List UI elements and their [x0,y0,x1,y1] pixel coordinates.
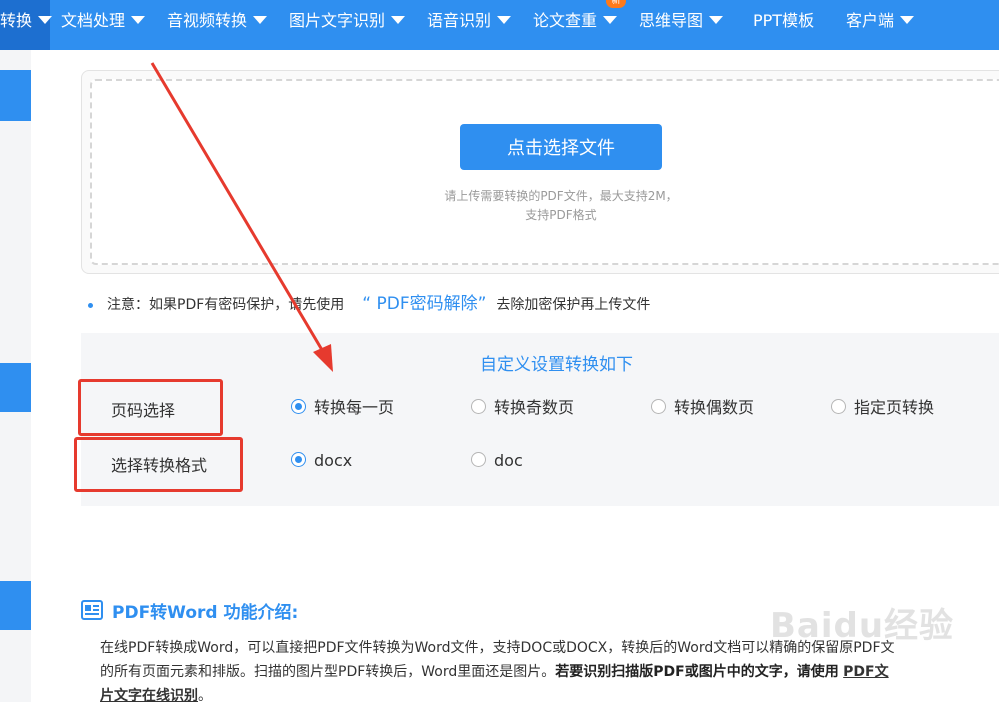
top-nav: 转换 文档处理 音视频转换 图片文字识别 语音识别 论文查重 新 思维导图 PP… [0,0,999,50]
left-sidebar [0,50,31,702]
baidu-watermark: Baidu经验 [770,606,955,646]
radio-checked-icon [291,399,306,414]
chevron-down-icon [603,15,618,24]
chevron-down-icon [709,15,724,24]
nav-item-doc-processing[interactable]: 文档处理 [61,0,146,42]
nav-item-plagiarism[interactable]: 论文查重 [533,0,618,42]
bullet-icon [88,302,93,308]
nav-item-ppt-templates[interactable]: PPT模板 [753,0,814,42]
radio-doc[interactable]: doc [471,450,523,472]
upload-dropzone[interactable] [81,70,999,274]
radio-specified-pages[interactable]: 指定页转换 [831,397,934,419]
radio-even-pages[interactable]: 转换偶数页 [651,397,754,419]
sidebar-tab[interactable] [0,363,31,412]
radio-unchecked-icon [471,399,486,414]
chevron-down-icon [253,15,268,24]
nav-item-ocr[interactable]: 图片文字识别 [289,0,406,42]
upload-hint: 请上传需要转换的PDF文件，最大支持2M， [444,189,678,203]
chevron-down-icon [38,15,53,24]
nav-item-mindmap[interactable]: 思维导图 [639,0,724,42]
settings-title: 自定义设置转换如下 [480,355,633,375]
sidebar-tab[interactable] [0,70,31,121]
document-icon [81,600,103,620]
chevron-down-icon [900,15,915,24]
page-selection-label: 页码选择 [111,401,176,420]
nav-item-av-convert[interactable]: 音视频转换 [167,0,268,42]
radio-all-pages[interactable]: 转换每一页 [291,397,394,419]
radio-odd-pages[interactable]: 转换奇数页 [471,397,574,419]
chevron-down-icon [131,15,146,24]
new-badge: 新 [606,0,626,8]
nav-item-speech[interactable]: 语音识别 [427,0,512,42]
nav-item-convert[interactable]: 转换 [0,0,53,50]
chevron-down-icon [497,15,512,24]
select-file-button[interactable]: 点击选择文件 [460,124,662,170]
radio-unchecked-icon [831,399,846,414]
radio-checked-icon [291,452,306,467]
nav-item-client[interactable]: 客户端 [846,0,915,42]
format-selection-label: 选择转换格式 [111,456,208,475]
pdf-password-remove-link[interactable]: “ PDF密码解除” [362,294,486,314]
pdf-ocr-link[interactable]: PDF文 [843,664,888,680]
chevron-down-icon [391,15,406,24]
sidebar-tab[interactable] [0,581,31,630]
intro-title: PDF转Word 功能介绍: [112,603,299,623]
upload-hint-format: 支持PDF格式 [525,208,597,222]
radio-unchecked-icon [471,452,486,467]
password-notice: 注意：如果PDF有密码保护，请先使用 “ PDF密码解除” 去除加密保护再上传文件 [88,290,650,318]
upload-dropzone-border [90,79,999,265]
radio-docx[interactable]: docx [291,450,352,472]
radio-unchecked-icon [651,399,666,414]
